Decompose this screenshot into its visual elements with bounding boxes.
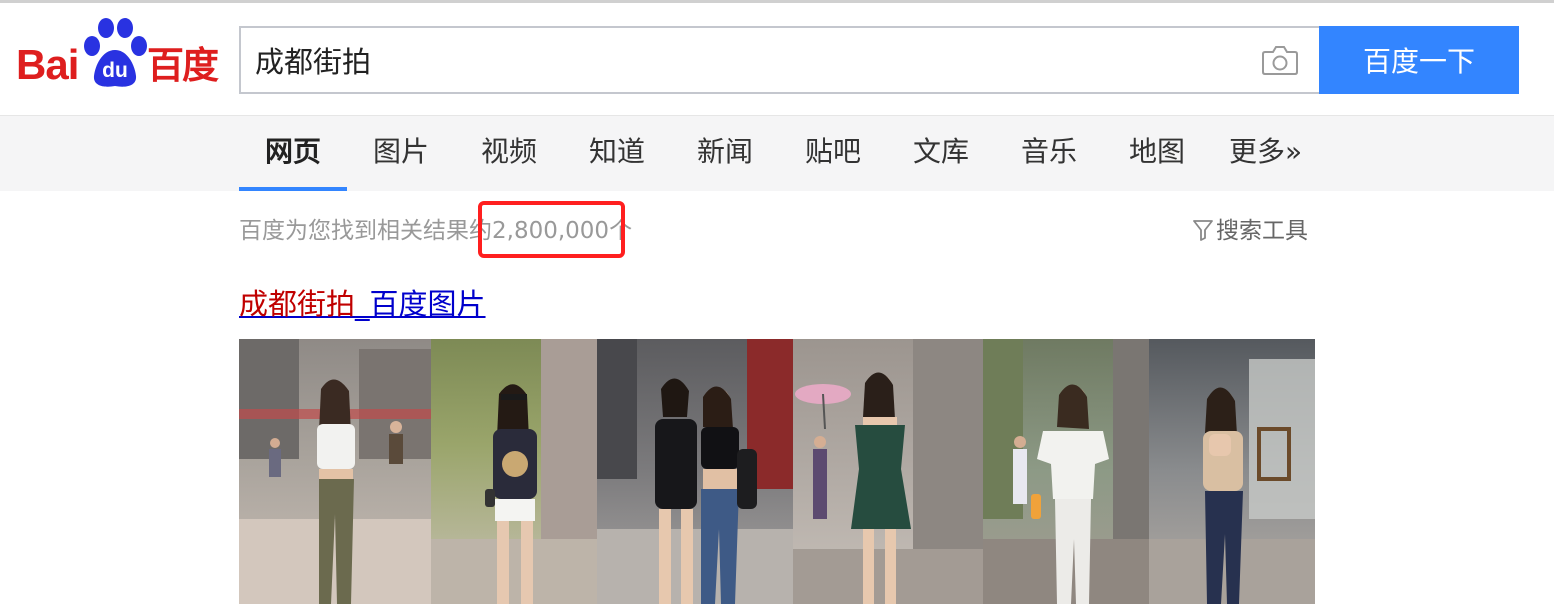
thumbnail-street-photo-5[interactable] [983,339,1149,604]
logo-text-baidu-cn: 百度 [147,44,219,87]
result-title-link[interactable]: 成都街拍_百度图片 [239,284,486,324]
tab-video[interactable]: 视频 [481,134,537,170]
thumbnail-street-photo-6[interactable] [1149,339,1315,604]
tab-web[interactable]: 网页 [265,134,321,170]
tab-news[interactable]: 新闻 [697,134,753,170]
image-result-strip [239,339,1315,604]
tab-tieba[interactable]: 贴吧 [805,134,861,170]
photo-image [431,339,597,604]
search-input[interactable] [255,38,1235,82]
baidu-logo[interactable]: Bai du 百度 [14,16,224,90]
active-tab-underline [239,187,347,191]
thumbnail-street-photo-4[interactable] [793,339,983,604]
logo-text-bai: Bai [16,41,79,88]
browser-top-rule [0,0,1554,3]
photo-image [239,339,431,604]
result-title-rest: _百度图片 [355,287,486,321]
tab-images[interactable]: 图片 [373,134,429,170]
photo-image [1149,339,1315,604]
tab-wenku[interactable]: 文库 [913,134,969,170]
thumbnail-street-photo-3[interactable] [597,339,793,604]
search-button[interactable]: 百度一下 [1319,26,1519,94]
search-tools-label: 搜索工具 [1216,218,1308,244]
result-title-highlight: 成都街拍 [239,287,356,321]
red-highlight-annotation [478,201,625,258]
search-results-page: Bai du 百度 百度一下 网页 图片 视频 知道 新闻 贴吧 文库 音乐 地… [0,0,1554,604]
result-count-prefix: 百度为您找到相关结果约 [239,218,492,244]
thumbnail-street-photo-2[interactable] [431,339,597,604]
photo-image [983,339,1149,604]
filter-icon [1193,220,1213,241]
thumbnail-street-photo-1[interactable] [239,339,431,604]
search-tools-button[interactable]: 搜索工具 [1193,214,1308,248]
photo-image [793,339,983,604]
search-box [239,26,1319,94]
photo-image [597,339,793,604]
tab-more[interactable]: 更多» [1229,134,1302,170]
search-tabs: 网页 图片 视频 知道 新闻 贴吧 文库 音乐 地图 更多» [0,115,1554,191]
tab-zhidao[interactable]: 知道 [589,134,645,170]
logo-text-du: du [102,59,128,82]
tab-music[interactable]: 音乐 [1021,134,1077,170]
camera-icon[interactable] [1261,43,1299,77]
tab-map[interactable]: 地图 [1129,134,1185,170]
